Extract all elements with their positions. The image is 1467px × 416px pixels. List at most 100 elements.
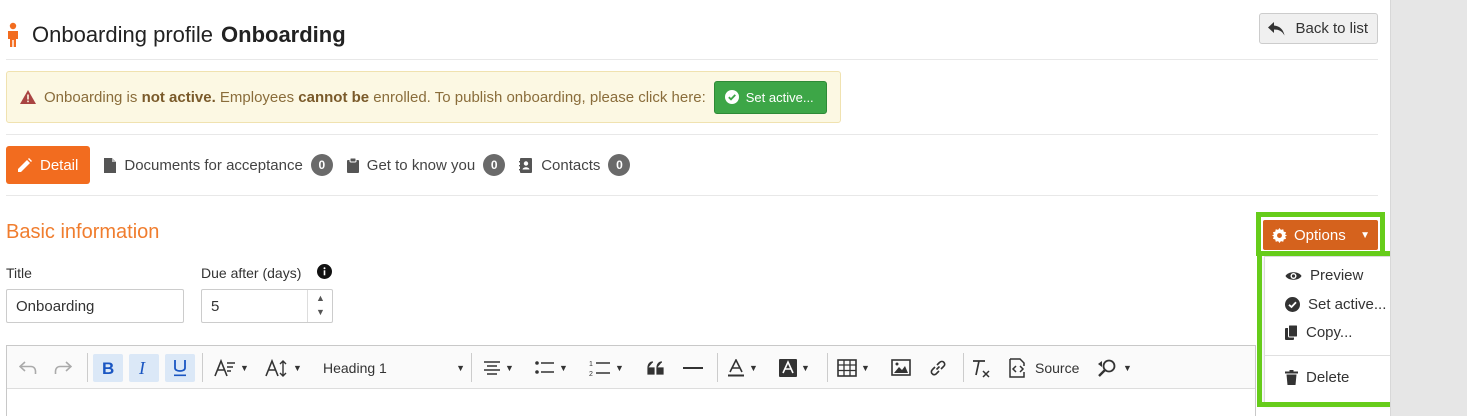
horizontal-line-icon (683, 366, 703, 369)
warning-icon (20, 90, 36, 104)
info-icon[interactable] (317, 264, 332, 279)
source-label: Source (1035, 359, 1080, 376)
chevron-down-icon: ▼ (505, 362, 514, 373)
bold-icon: B (102, 360, 114, 376)
undo-button[interactable] (19, 346, 37, 389)
page: Onboarding profile Onboarding Back to lis… (0, 0, 1445, 416)
toolbar-separator (963, 353, 964, 382)
svg-text:1: 1 (589, 361, 593, 368)
clipboard-icon (346, 157, 359, 173)
background-color-icon (779, 358, 797, 377)
title-input[interactable]: Onboarding (6, 289, 184, 323)
divider (6, 59, 1378, 60)
count-badge: 0 (608, 154, 631, 176)
divider (6, 195, 1378, 196)
chevron-down-icon: ▼ (293, 362, 302, 373)
font-family-icon (214, 358, 235, 376)
number-stepper[interactable]: ▲ ▼ (307, 290, 333, 322)
editor-toolbar: B I ▼ ▼ Heading 1 ▼ ▼ ▼ 1 2 ▼ ▼ ▼ ▼ Sour… (7, 346, 1255, 389)
title-field-label: Title (6, 265, 32, 281)
source-icon (1009, 357, 1025, 378)
font-color-dropdown[interactable]: ▼ (727, 346, 758, 389)
font-size-icon (265, 358, 287, 377)
table-dropdown[interactable]: ▼ (837, 346, 870, 389)
table-icon (837, 358, 857, 377)
chevron-down-icon: ▼ (559, 362, 568, 373)
rich-text-editor[interactable]: B I ▼ ▼ Heading 1 ▼ ▼ ▼ 1 2 ▼ ▼ ▼ ▼ Sour… (6, 345, 1256, 416)
toolbar-separator (827, 353, 828, 382)
chevron-down-icon: ▼ (861, 362, 870, 373)
tab-label: Contacts (541, 156, 601, 174)
underline-button[interactable] (165, 354, 195, 382)
undo-icon (19, 360, 37, 374)
page-header: Onboarding profile Onboarding (6, 18, 346, 52)
person-icon (8, 22, 18, 47)
alert-text-5: enrolled. To publish onboarding, please … (369, 88, 706, 106)
title-prefix: Onboarding profile (32, 22, 214, 47)
find-replace-icon (1098, 359, 1116, 377)
document-icon (104, 157, 117, 173)
redo-button[interactable] (54, 346, 72, 389)
find-replace-dropdown[interactable]: ▼ (1097, 346, 1132, 389)
bold-button[interactable]: B (93, 354, 123, 382)
count-badge: 0 (310, 154, 333, 176)
title-name: Onboarding (221, 22, 346, 47)
align-center-icon (484, 360, 500, 375)
chevron-down-icon: ▼ (240, 362, 249, 373)
background-color-dropdown[interactable]: ▼ (779, 346, 810, 389)
page-title: Onboarding profile Onboarding (32, 22, 346, 48)
link-button[interactable] (929, 346, 947, 389)
toolbar-separator (717, 353, 718, 382)
check-circle-icon (724, 90, 739, 104)
stepper-down-icon[interactable]: ▼ (316, 307, 325, 317)
alignment-dropdown[interactable]: ▼ (483, 346, 514, 389)
divider (6, 134, 1378, 135)
tab-contacts[interactable]: Contacts 0 (519, 154, 631, 176)
italic-icon: I (138, 360, 146, 376)
tab-get-to-know-you[interactable]: Get to know you 0 (346, 154, 506, 176)
tab-bar: Detail Documents for acceptance 0 Get to… (6, 146, 631, 184)
tab-detail[interactable]: Detail (6, 146, 91, 184)
blockquote-button[interactable] (647, 346, 665, 389)
numbered-list-dropdown[interactable]: 12 ▼ (589, 346, 624, 389)
remove-format-icon (973, 359, 990, 378)
back-to-list-label: Back to list (1295, 20, 1368, 37)
tab-documents-for-acceptance[interactable]: Documents for acceptance 0 (104, 154, 333, 176)
right-gutter (1390, 0, 1467, 416)
tab-detail-label: Detail (40, 156, 79, 174)
alert-text: Onboarding is not active. Employees cann… (44, 89, 706, 106)
quote-icon (647, 360, 664, 375)
insert-image-button[interactable] (891, 346, 911, 389)
stepper-up-icon[interactable]: ▲ (316, 293, 325, 303)
reply-icon (1268, 21, 1285, 35)
options-highlight-frame (1256, 212, 1385, 256)
back-to-list-button[interactable]: Back to list (1259, 13, 1378, 44)
horizontal-line-button[interactable] (683, 346, 703, 389)
italic-button[interactable]: I (129, 354, 159, 382)
alert-text-1: Onboarding is (44, 88, 142, 106)
source-button[interactable]: Source (1007, 346, 1079, 389)
font-size-dropdown[interactable]: ▼ (265, 346, 302, 389)
remove-format-button[interactable] (971, 346, 991, 389)
bulleted-list-dropdown[interactable]: ▼ (535, 346, 568, 389)
bulleted-list-icon (535, 360, 554, 374)
heading-dropdown[interactable]: Heading 1 ▼ (323, 346, 465, 389)
svg-text:I: I (138, 360, 146, 376)
underline-icon (174, 360, 186, 377)
svg-text:2: 2 (589, 371, 593, 377)
chevron-down-icon: ▼ (615, 362, 624, 373)
alert-text-4: cannot be (298, 88, 370, 106)
chevron-down-icon: ▼ (749, 362, 758, 373)
set-active-button[interactable]: Set active... (713, 80, 827, 114)
toolbar-separator (87, 353, 88, 382)
alert-text-2: not active. (141, 88, 216, 106)
toolbar-separator (202, 353, 203, 382)
font-color-icon (728, 358, 744, 376)
tab-label: Get to know you (366, 156, 476, 174)
link-icon (930, 360, 946, 375)
redo-icon (54, 360, 72, 374)
svg-text:B: B (102, 360, 114, 376)
numbered-list-icon: 12 (589, 361, 610, 377)
font-family-dropdown[interactable]: ▼ (214, 346, 249, 389)
toolbar-separator (471, 353, 472, 382)
